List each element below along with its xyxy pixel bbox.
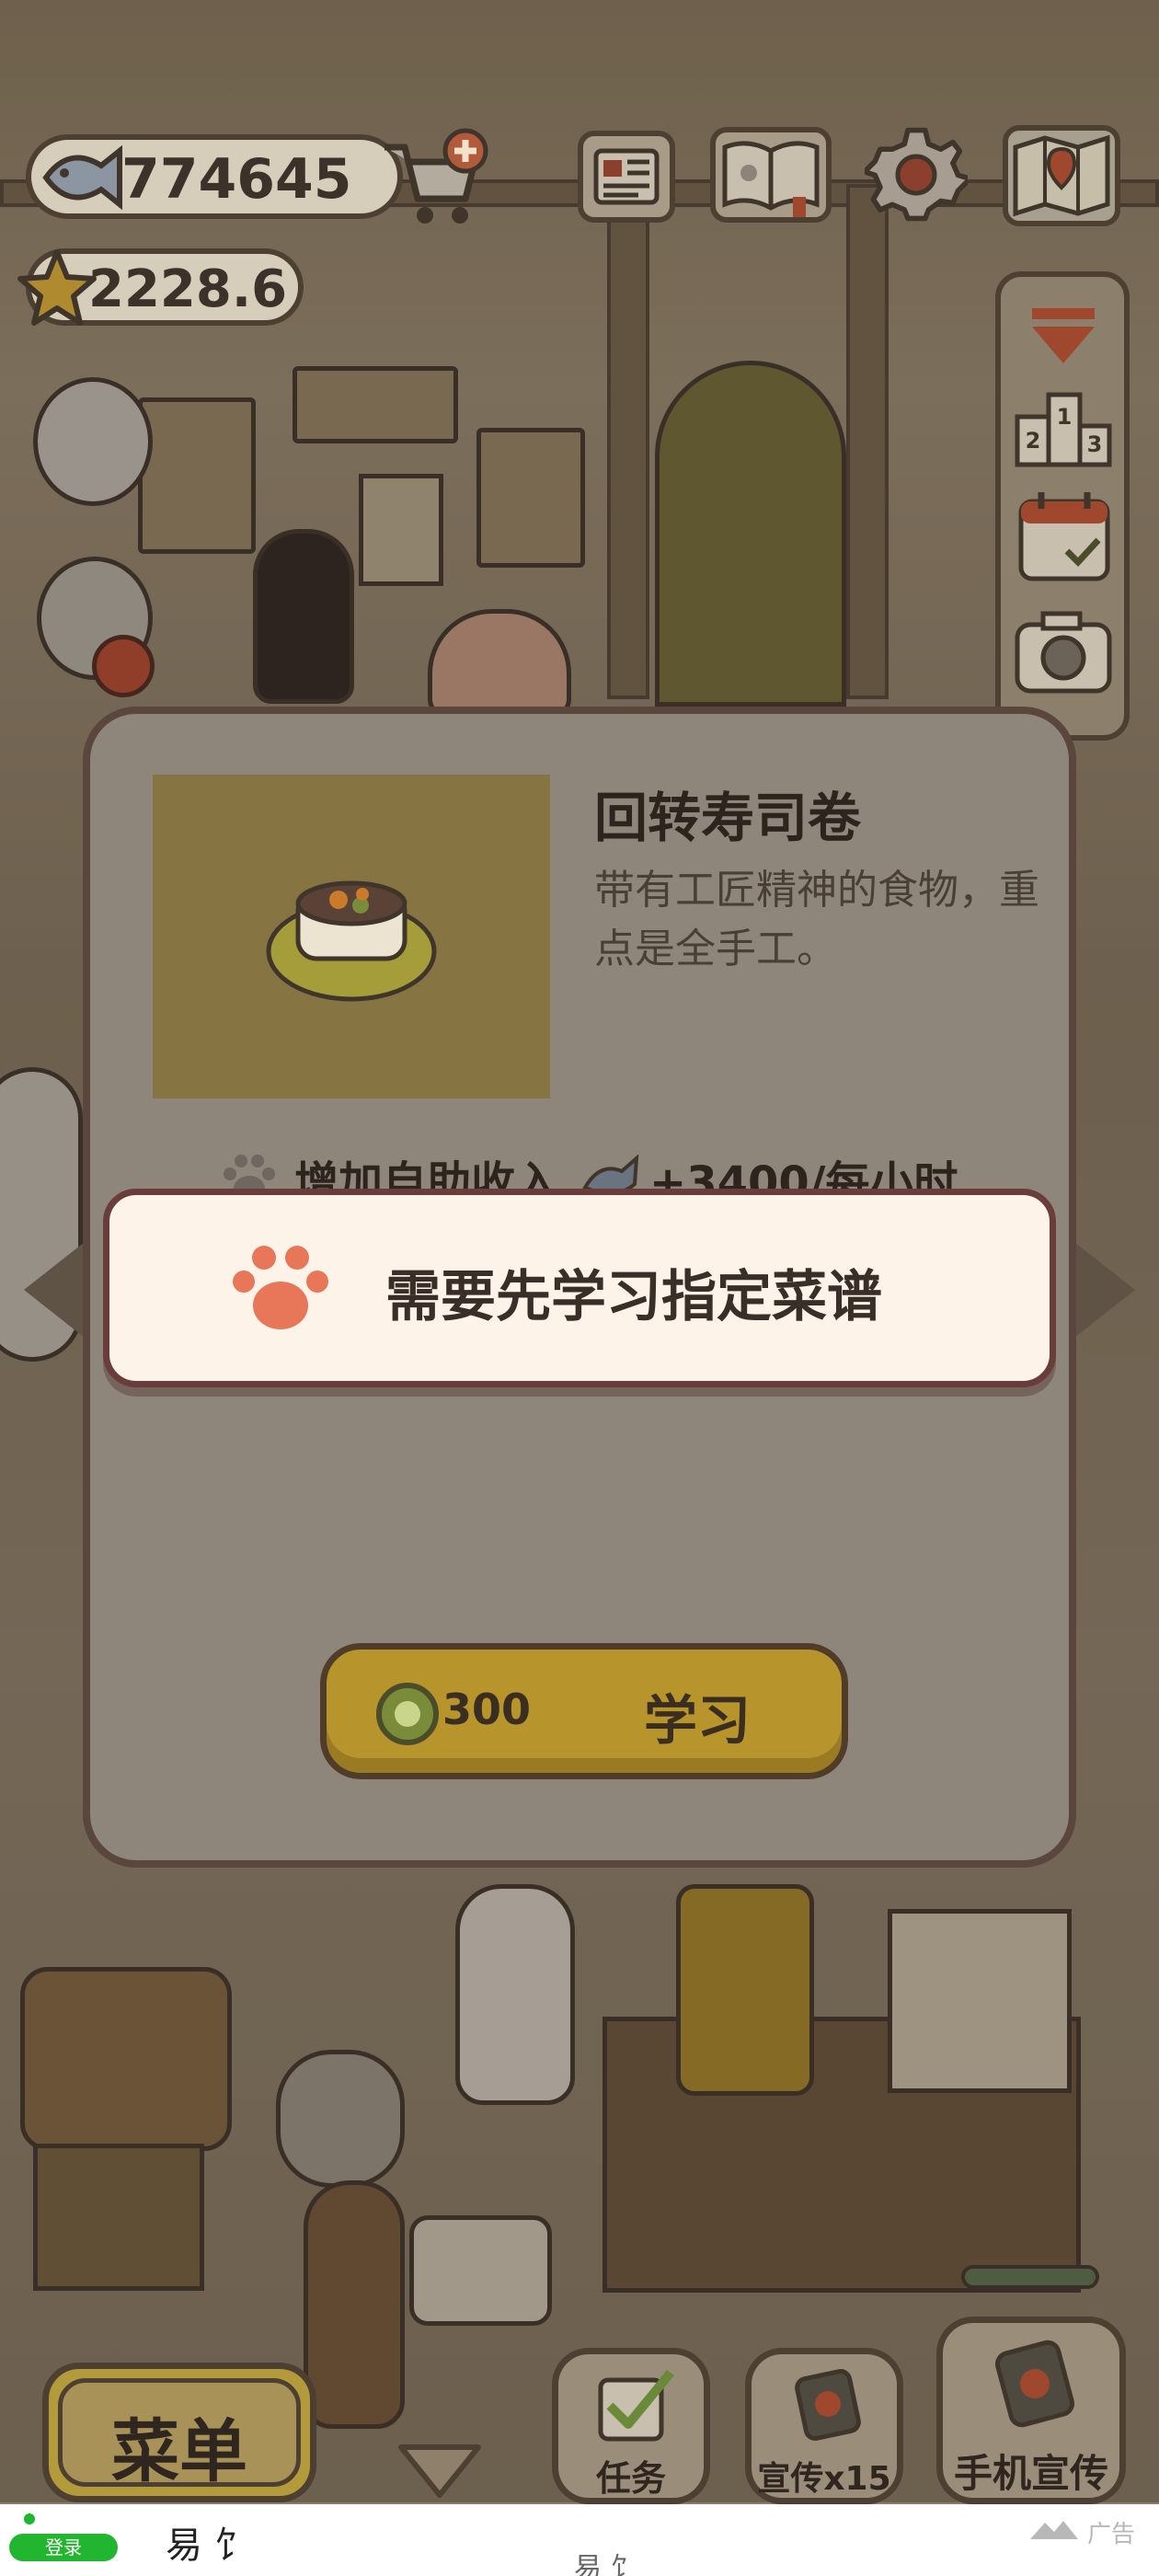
recipe-book-icon: [722, 141, 820, 217]
pig-character: [428, 609, 571, 718]
gear-icon[interactable]: [865, 123, 968, 226]
progress-bar: [961, 2265, 1099, 2289]
alert-badge[interactable]: [92, 635, 155, 697]
learn-button[interactable]: 300 学习: [320, 1643, 848, 1779]
map-button[interactable]: [1003, 125, 1120, 226]
task-label: 任务: [595, 2458, 666, 2499]
fish-icon: [42, 144, 122, 211]
svg-text:2: 2: [1026, 428, 1041, 454]
status-dot: [24, 2513, 35, 2524]
black-cat-waiter: [253, 529, 354, 704]
cat-character: [33, 377, 153, 506]
ad-brand-sub: 易 饣: [574, 2552, 638, 2576]
barrel: [20, 1967, 232, 2151]
phone-promo-button[interactable]: 手机宣传: [936, 2317, 1126, 2504]
menu-label: 菜单: [111, 2412, 247, 2491]
newspaper-icon: [593, 148, 660, 205]
learn-label: 学习: [644, 1689, 752, 1752]
paw-icon: [233, 1246, 328, 1329]
dish-image: [153, 775, 550, 1098]
fish-currency-pill: 774645: [26, 134, 403, 219]
recipe-book-button[interactable]: [710, 127, 832, 223]
phone-promo-label: 手机宣传: [953, 2451, 1108, 2496]
chevron-down-icon[interactable]: [1028, 305, 1098, 369]
flyer-icon: [795, 2369, 861, 2441]
dish-title: 回转寿司卷: [594, 787, 862, 849]
curtain-door: [655, 361, 846, 707]
cat-bed: [409, 2215, 552, 2326]
dog-character: [455, 1884, 575, 2105]
toast-notice: 需要先学习指定菜谱: [103, 1189, 1056, 1387]
svg-text:3: 3: [1087, 431, 1103, 457]
badger-character: [276, 2050, 405, 2188]
mountain-logo-icon: [1030, 2521, 1078, 2539]
task-button[interactable]: 任务: [552, 2348, 710, 2504]
fish-count: 774645: [121, 147, 352, 212]
calendar-icon[interactable]: [1014, 485, 1115, 586]
star-icon: [17, 249, 97, 326]
promo-label: 宣传x15: [757, 2460, 891, 2498]
ad-banner[interactable]: 登录 易 饣 易 饣 广告: [0, 2504, 1159, 2576]
dish-description: 带有工匠精神的食物，重点是全手工。: [594, 867, 1039, 972]
wooden-pillar: [607, 184, 649, 699]
wall-picture: [476, 428, 585, 568]
learn-cost: 300: [442, 1685, 532, 1734]
chevron-down-icon[interactable]: [394, 2438, 486, 2502]
side-menu: 2 1 3: [995, 271, 1130, 741]
star-count: 2228.6: [88, 259, 288, 319]
newspaper-button[interactable]: [578, 131, 675, 223]
coin-icon: [376, 1683, 439, 1745]
stool: [33, 2144, 204, 2291]
toast-message: 需要先学习指定菜谱: [385, 1265, 882, 1329]
ad-login-button[interactable]: 登录: [9, 2534, 118, 2561]
ad-tag: 广告: [1087, 2521, 1136, 2548]
sushi-roll-icon: [266, 880, 437, 1002]
portrait-frame: [138, 397, 256, 554]
checkbox-check-icon: [598, 2369, 674, 2442]
camera-icon[interactable]: [1012, 606, 1115, 698]
star-currency-pill: 2228.6: [17, 248, 304, 326]
phone-icon: [995, 2340, 1074, 2428]
wooden-pillar: [846, 184, 889, 699]
map-icon: [1013, 134, 1110, 217]
certificate: [359, 474, 443, 586]
rabbit-character: [304, 2180, 405, 2429]
menu-button[interactable]: 菜单: [42, 2363, 316, 2502]
cloth-rack: [888, 1909, 1072, 2093]
podium-icon[interactable]: 2 1 3: [1014, 376, 1113, 468]
fish-bone-frame: [293, 366, 458, 443]
coffee-machine: [676, 1884, 814, 2096]
arrow-right-icon[interactable]: [1074, 1242, 1135, 1338]
promo-button[interactable]: 宣传x15: [745, 2348, 903, 2504]
cart-plus-icon[interactable]: [377, 127, 489, 230]
svg-text:1: 1: [1057, 404, 1073, 430]
arrow-left-icon[interactable]: [24, 1242, 85, 1338]
ad-brand: 易 饣: [166, 2524, 251, 2567]
